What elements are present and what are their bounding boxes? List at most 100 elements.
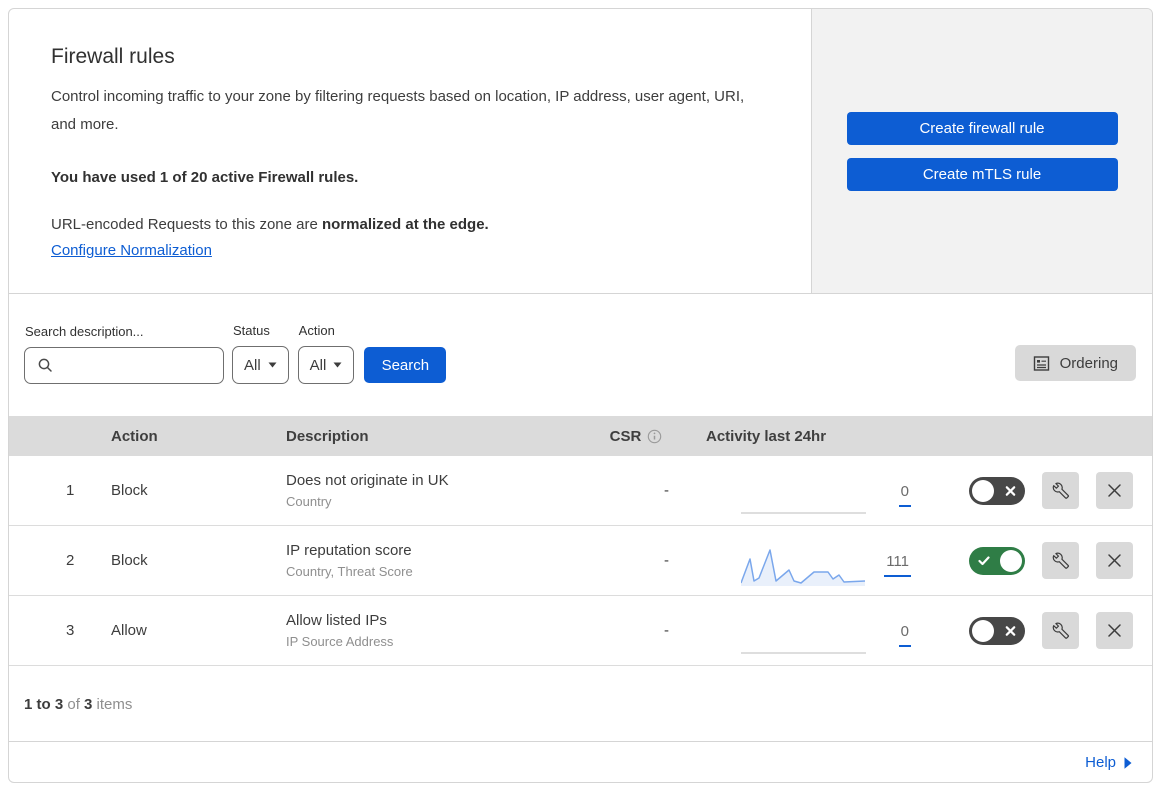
rule-enabled-toggle[interactable]: [969, 616, 1025, 645]
column-csr: CSR: [571, 428, 701, 445]
rule-description-cell: Allow listed IPs IP Source Address: [286, 612, 571, 649]
rule-fields: Country, Threat Score: [286, 564, 413, 579]
close-icon: [1107, 623, 1122, 638]
rule-controls: [969, 472, 1152, 509]
x-icon: [1005, 625, 1016, 636]
chevron-down-icon: [333, 362, 342, 368]
column-description: Description: [286, 427, 369, 445]
rule-priority: 3: [66, 622, 75, 639]
help-link[interactable]: Help: [1085, 754, 1132, 771]
usage-note: You have used 1 of 20 active Firewall ru…: [51, 169, 359, 186]
normalization-note: URL-encoded Requests to this zone are no…: [51, 216, 769, 233]
table-row: 3 Allow Allow listed IPs IP Source Address -…: [9, 596, 1152, 666]
header-text-block: Firewall rules Control incoming traffic …: [9, 9, 812, 293]
delete-rule-button[interactable]: [1096, 612, 1133, 649]
pagination-items: items: [92, 696, 133, 713]
edit-rule-button[interactable]: [1042, 542, 1079, 579]
rule-description: Does not originate in UK: [286, 472, 449, 489]
activity-count-wrap: 0: [866, 623, 941, 647]
table-row: 2 Block IP reputation score Country, Threat…: [9, 526, 1152, 596]
rule-activity-cell: 0: [701, 606, 941, 656]
normalization-prefix: URL-encoded Requests to this zone are: [51, 216, 322, 233]
pagination: 1 to 3 of 3 items: [9, 666, 1152, 741]
edit-rule-button[interactable]: [1042, 612, 1079, 649]
status-filter-dropdown[interactable]: All: [232, 346, 289, 384]
rule-controls: [969, 612, 1152, 649]
rule-description-cell: Does not originate in UK Country: [286, 472, 571, 509]
rule-enabled-toggle[interactable]: [969, 476, 1025, 505]
rule-fields: IP Source Address: [286, 634, 394, 649]
close-icon: [1107, 483, 1122, 498]
action-filter-label: Action: [298, 323, 335, 338]
pagination-of: of: [63, 696, 85, 713]
close-icon: [1107, 553, 1122, 568]
activity-count-wrap: 111: [866, 553, 941, 577]
rule-description: Allow listed IPs: [286, 612, 387, 629]
search-icon: [37, 357, 54, 374]
chevron-right-icon: [1124, 756, 1132, 769]
pagination-range: 1 to 3: [24, 696, 64, 713]
rule-csr: -: [664, 552, 669, 569]
rule-fields: Country: [286, 494, 332, 509]
header-actions-panel: Create firewall rule Create mTLS rule: [812, 9, 1152, 293]
wrench-icon: [1052, 482, 1070, 500]
activity-sparkline: [741, 616, 866, 656]
wrench-icon: [1052, 622, 1070, 640]
firewall-rules-panel: Firewall rules Control incoming traffic …: [8, 8, 1153, 783]
page-description: Control incoming traffic to your zone by…: [51, 88, 745, 133]
search-input-container: [24, 347, 249, 384]
header-section: Firewall rules Control incoming traffic …: [9, 9, 1152, 294]
rule-csr: -: [664, 622, 669, 639]
create-mtls-rule-button[interactable]: Create mTLS rule: [846, 158, 1118, 191]
rule-action: Block: [111, 552, 148, 569]
wrench-icon: [1052, 552, 1070, 570]
chevron-down-icon: [268, 362, 277, 368]
rule-action: Block: [111, 482, 148, 499]
table-row: 1 Block Does not originate in UK Country - 0: [9, 456, 1152, 526]
rule-action: Allow: [111, 622, 147, 639]
toggle-knob: [1000, 549, 1022, 572]
edit-rule-button[interactable]: [1042, 472, 1079, 509]
status-filter-value: All: [244, 356, 261, 374]
rule-controls: [969, 542, 1152, 579]
configure-normalization-link[interactable]: Configure Normalization: [51, 242, 212, 259]
info-icon[interactable]: [647, 429, 662, 444]
activity-count-wrap: 0: [866, 483, 941, 507]
rule-description: IP reputation score: [286, 542, 412, 559]
rule-description-cell: IP reputation score Country, Threat Score: [286, 542, 571, 579]
activity-count-link[interactable]: 0: [898, 483, 911, 507]
help-row: Help: [9, 741, 1152, 782]
rule-csr: -: [664, 482, 669, 499]
column-csr-label: CSR: [609, 427, 642, 445]
search-button[interactable]: Search: [364, 347, 447, 383]
activity-count-link[interactable]: 0: [898, 623, 911, 647]
page-title: Firewall rules: [51, 45, 175, 68]
activity-count-link[interactable]: 111: [884, 553, 911, 577]
delete-rule-button[interactable]: [1096, 472, 1133, 509]
help-link-label: Help: [1085, 754, 1116, 771]
ordering-button[interactable]: Ordering: [1014, 345, 1136, 381]
normalization-bold: normalized at the edge.: [322, 216, 489, 233]
search-label: Search description...: [25, 324, 144, 339]
column-activity: Activity last 24hr: [706, 427, 827, 445]
x-icon: [1005, 485, 1016, 496]
rule-enabled-toggle[interactable]: [969, 546, 1025, 575]
create-firewall-rule-button[interactable]: Create firewall rule: [846, 112, 1118, 145]
filter-bar: Search description... Status All Action …: [9, 294, 1152, 416]
rules-table-body: 1 Block Does not originate in UK Country - 0 2…: [9, 456, 1152, 666]
search-description-input[interactable]: [54, 348, 249, 383]
toggle-knob: [972, 479, 994, 502]
action-filter-value: All: [309, 356, 327, 374]
table-header: Action Description CSR Activity last 24h…: [9, 416, 1152, 456]
rule-activity-cell: 111: [701, 536, 941, 586]
rule-priority: 2: [66, 552, 75, 569]
rule-priority: 1: [66, 482, 75, 499]
action-filter-dropdown[interactable]: All: [297, 346, 355, 384]
toggle-knob: [972, 619, 994, 642]
list-ordering-icon: [1033, 355, 1050, 372]
rule-activity-cell: 0: [701, 466, 941, 516]
status-filter-label: Status: [233, 323, 270, 338]
delete-rule-button[interactable]: [1096, 542, 1133, 579]
column-action: Action: [111, 427, 158, 445]
activity-sparkline: [740, 546, 866, 586]
